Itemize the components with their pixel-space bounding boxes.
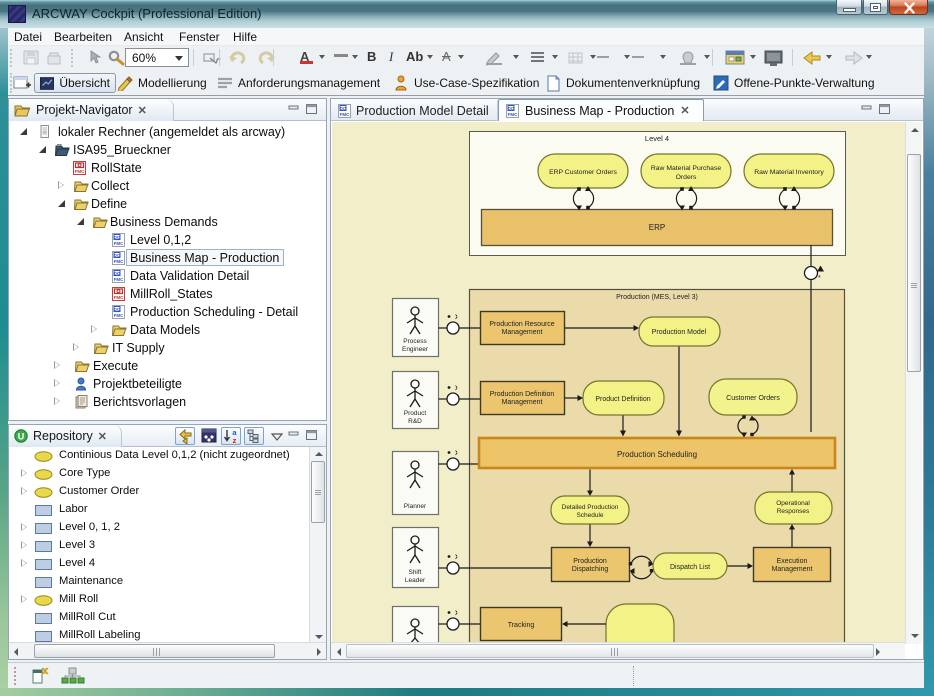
svg-text:ERP: ERP [649, 223, 665, 232]
svg-text:FMC: FMC [114, 259, 124, 264]
svg-text:Raw Material Inventory: Raw Material Inventory [754, 169, 824, 176]
svg-text:DO: DO [508, 105, 515, 110]
svg-text:FMC: FMC [114, 295, 124, 300]
svg-text:*: * [818, 275, 821, 282]
svg-text:Leader: Leader [405, 577, 426, 584]
svg-text:FMC: FMC [508, 112, 518, 117]
svg-text:Dispatching: Dispatching [572, 566, 609, 573]
svg-text:Planner: Planner [404, 503, 427, 510]
svg-text:DO: DO [114, 271, 121, 276]
svg-text:FMC: FMC [340, 112, 350, 117]
svg-text:z: z [233, 436, 237, 444]
svg-text:Process: Process [403, 338, 427, 345]
svg-text:R&D: R&D [408, 418, 422, 425]
svg-text:Product Definition: Product Definition [595, 396, 650, 403]
svg-text:Tracking: Tracking [508, 622, 535, 629]
svg-text:Level 4: Level 4 [645, 134, 669, 143]
svg-text:DO: DO [114, 307, 121, 312]
svg-text:Schedule: Schedule [576, 512, 603, 519]
svg-text:Engineer: Engineer [402, 346, 429, 353]
svg-text:ERP Customer Orders: ERP Customer Orders [549, 169, 617, 176]
svg-text:FMC: FMC [114, 313, 124, 318]
svg-text:Management: Management [502, 329, 543, 336]
svg-text:Customer Orders: Customer Orders [726, 395, 780, 402]
svg-text:FMC: FMC [114, 277, 124, 282]
svg-text:Product: Product [404, 410, 427, 417]
svg-text:Orders: Orders [676, 174, 697, 181]
svg-text:DO: DO [340, 105, 347, 110]
svg-text:FMC: FMC [114, 241, 124, 246]
svg-text:DO: DO [114, 235, 121, 240]
svg-text:Production: Production [573, 558, 607, 565]
svg-text:U: U [18, 432, 25, 442]
svg-text:Detailed Production: Detailed Production [562, 504, 619, 511]
svg-text:DO: DO [114, 253, 121, 258]
svg-text:Dispatch List: Dispatch List [670, 564, 710, 571]
svg-text:Operational: Operational [776, 500, 810, 507]
svg-text:Management: Management [502, 399, 543, 406]
svg-text:Production Model: Production Model [652, 329, 707, 336]
svg-text:Production (MES, Level 3): Production (MES, Level 3) [616, 294, 698, 301]
svg-text:Shift: Shift [408, 569, 421, 576]
svg-text:Production Resource: Production Resource [489, 321, 554, 328]
svg-text:Management: Management [772, 566, 813, 573]
svg-text:Responses: Responses [777, 508, 810, 515]
svg-text:Raw Material Purchase: Raw Material Purchase [651, 165, 721, 172]
svg-text:Execution: Execution [777, 558, 808, 565]
svg-text:Production Scheduling: Production Scheduling [617, 450, 697, 459]
svg-text:Production Definition: Production Definition [490, 391, 555, 398]
svg-text:FMC: FMC [75, 169, 85, 174]
